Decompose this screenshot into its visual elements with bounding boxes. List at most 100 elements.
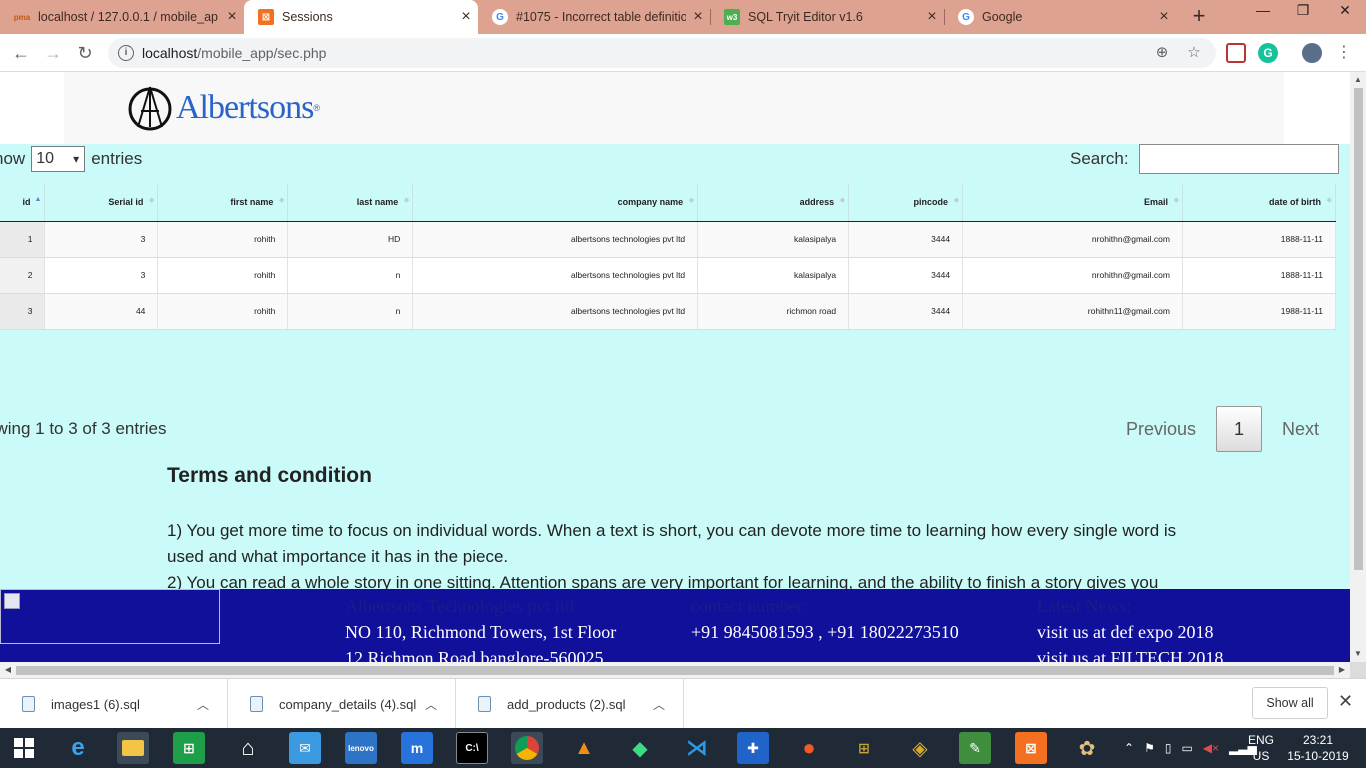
column-header-id[interactable]: id ▲ (0, 184, 46, 222)
chevron-up-icon[interactable]: ︿ (197, 696, 209, 713)
editor-icon[interactable]: ✎ (959, 732, 991, 764)
lenovo-icon[interactable]: lenovo (345, 732, 377, 764)
albertsons-logo[interactable]: Albertsons ® (128, 80, 320, 136)
reload-icon[interactable]: ↻ (72, 40, 98, 66)
vscode-icon[interactable]: ⋊ (681, 732, 713, 764)
page-button-current[interactable]: 1 (1216, 406, 1263, 452)
chevron-up-icon[interactable]: ︿ (653, 696, 665, 713)
scroll-left-icon[interactable]: ◀ (0, 662, 16, 678)
minimize-icon[interactable]: — (1246, 0, 1280, 22)
column-header-serial-id[interactable]: Serial id ◆ (44, 184, 159, 222)
vertical-scroll-thumb[interactable] (1354, 88, 1363, 570)
cell-id: 2 (0, 257, 46, 294)
flag-icon[interactable]: ⚑ (1144, 741, 1155, 755)
paint-icon[interactable]: ● (793, 732, 825, 764)
url-text[interactable]: localhost/mobile_app/sec.php (142, 45, 326, 61)
shield-icon[interactable]: ✚ (737, 732, 769, 764)
entries-select[interactable]: 10 (31, 146, 86, 172)
scroll-right-icon[interactable]: ▶ (1334, 662, 1350, 678)
grammarly-icon[interactable]: G (1258, 43, 1278, 63)
bookmark-star-icon[interactable]: ☆ (1184, 43, 1204, 63)
store-icon[interactable]: ⊞ (173, 732, 205, 764)
column-header-first-name[interactable]: first name ◆ (157, 184, 289, 222)
cell-pincode: 3444 (848, 293, 964, 330)
zoom-icon[interactable]: ⊕ (1152, 43, 1172, 63)
footer-news-item[interactable]: visit us at FILTECH 2018 (1037, 645, 1223, 662)
column-header-date-of-birth[interactable]: date of birth ◆ (1182, 184, 1337, 222)
tab-sessions[interactable]: ⊠ Sessions × (244, 0, 478, 34)
maxthon-icon[interactable]: m (401, 732, 433, 764)
language-indicator[interactable]: ENG US (1246, 732, 1276, 764)
column-header-email[interactable]: Email ◆ (962, 184, 1183, 222)
column-header-last-name[interactable]: last name ◆ (287, 184, 414, 222)
command-prompt-icon[interactable]: C:\ (456, 732, 488, 764)
column-header-address[interactable]: address ◆ (697, 184, 850, 222)
tab-google[interactable]: G Google × (944, 0, 1176, 34)
close-icon[interactable]: × (1152, 8, 1176, 26)
cell-email: nrohithn@gmail.com (962, 221, 1183, 258)
scroll-down-icon[interactable]: ▼ (1350, 646, 1366, 662)
windows-start-icon[interactable] (8, 732, 40, 764)
battery-icon[interactable]: ▯ (1165, 741, 1172, 755)
chevron-up-icon[interactable]: ︿ (425, 696, 437, 713)
search-input[interactable] (1138, 144, 1339, 174)
paint-palette-icon[interactable]: ✿ (1071, 732, 1103, 764)
file-explorer-icon[interactable] (117, 732, 149, 764)
network-icon[interactable]: ▭ (1181, 741, 1192, 755)
next-button[interactable]: Next (1268, 419, 1333, 440)
horizontal-scroll-thumb[interactable] (16, 666, 1334, 675)
column-header-company-name[interactable]: company name ◆ (412, 184, 699, 222)
system-tray: ⌃ ⚑ ▯ ▭ ◀× ▂▃▅ (1124, 728, 1257, 768)
chrome-icon[interactable] (511, 732, 543, 764)
previous-button[interactable]: Previous (1112, 419, 1210, 440)
close-icon[interactable]: ✕ (1338, 691, 1353, 712)
column-label: first name (230, 197, 274, 208)
broken-image (0, 589, 220, 644)
mail-icon[interactable]: ✉ (289, 732, 321, 764)
home-icon[interactable]: ⌂ (232, 732, 264, 764)
tab-sql-tryit[interactable]: w3 SQL Tryit Editor v1.6 × (710, 0, 944, 34)
clock[interactable]: 23:21 15-10-2019 (1286, 732, 1350, 764)
footer-address-line: 12,Richmon Road banglore-560025 (345, 648, 604, 662)
info-icon[interactable]: i (118, 45, 134, 61)
scroll-up-icon[interactable]: ▲ (1350, 72, 1366, 88)
address-bar[interactable]: i localhost/mobile_app/sec.php ⊕ ☆ (108, 38, 1216, 68)
vlc-icon[interactable]: ▲ (568, 732, 600, 764)
new-tab-button[interactable]: + (1186, 4, 1212, 30)
internet-explorer-icon[interactable]: e (62, 732, 94, 764)
horizontal-scrollbar[interactable]: ◀ ▶ (0, 662, 1350, 678)
extension-icon[interactable] (1226, 43, 1246, 63)
table-info: owing 1 to 3 of 3 entries (0, 419, 167, 438)
avatar[interactable] (1302, 43, 1322, 63)
download-item[interactable]: add_products (2).sql ︿ (456, 679, 684, 729)
volume-muted-icon[interactable]: ◀× (1203, 741, 1219, 755)
close-icon[interactable]: × (920, 8, 944, 26)
vertical-scrollbar[interactable]: ▲ ▼ (1350, 72, 1366, 662)
tab-phpmyadmin[interactable]: pma localhost / 127.0.0.1 / mobile_ap × (0, 0, 244, 34)
android-studio-icon[interactable]: ◆ (624, 732, 656, 764)
cell-first-name: rohith (157, 257, 289, 294)
albertsons-logo-icon (128, 86, 172, 131)
column-header-pincode[interactable]: pincode ◆ (848, 184, 964, 222)
restore-icon[interactable]: ❐ (1286, 0, 1320, 22)
menu-icon[interactable]: ⋮ (1334, 43, 1354, 63)
back-icon[interactable]: ← (8, 40, 34, 66)
close-window-icon[interactable]: ✕ (1328, 0, 1362, 22)
forward-icon[interactable]: → (40, 40, 66, 66)
download-item[interactable]: images1 (6).sql ︿ (0, 679, 228, 729)
close-icon[interactable]: × (686, 8, 710, 26)
tab-strip: pma localhost / 127.0.0.1 / mobile_ap × … (0, 0, 1366, 34)
close-icon[interactable]: × (220, 8, 244, 26)
sort-icon: ◆ (1173, 197, 1179, 204)
close-icon[interactable]: × (454, 8, 478, 26)
xampp-icon[interactable]: ⊠ (1015, 732, 1047, 764)
tab-incorrect-table[interactable]: G #1075 - Incorrect table definitio × (478, 0, 710, 34)
language-code: ENG (1247, 733, 1274, 747)
app-icon[interactable]: ◈ (904, 732, 936, 764)
show-all-button[interactable]: Show all (1252, 687, 1328, 719)
footer-news-item[interactable]: visit us at def expo 2018 (1037, 619, 1223, 645)
download-item[interactable]: company_details (4).sql ︿ (228, 679, 456, 729)
entries-prefix: how (0, 149, 26, 168)
network-tool-icon[interactable]: ⊞ (848, 732, 880, 764)
chevron-up-icon[interactable]: ⌃ (1124, 741, 1134, 755)
